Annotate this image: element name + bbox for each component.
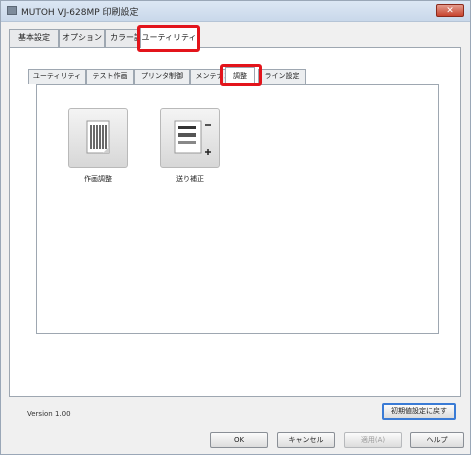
feed-correction-icon — [174, 120, 211, 155]
close-button[interactable]: ✕ — [436, 4, 464, 17]
window-title: MUTOH VJ-628MP 印刷設定 — [21, 8, 139, 18]
feed-correction-label: 送り補正 — [176, 175, 204, 183]
help-button[interactable]: ヘルプ — [410, 432, 464, 448]
subtab-test-print[interactable]: テスト作画 — [86, 69, 134, 84]
feed-correction-tool: 送り補正 — [153, 108, 227, 184]
adjust-tab-highlight — [220, 64, 262, 86]
apply-button[interactable]: 適用(A) — [344, 432, 402, 448]
ok-button[interactable]: OK — [210, 432, 268, 448]
print-adjust-icon — [86, 120, 110, 154]
print-adjust-tool: 作画調整 — [61, 108, 135, 184]
subtab-printer-control[interactable]: プリンタ制御 — [134, 69, 190, 84]
version-text: Version 1.00 — [27, 410, 71, 418]
print-adjust-button[interactable] — [68, 108, 128, 168]
subtab-line-settings[interactable]: ライン設定 — [258, 69, 306, 84]
restore-defaults-button[interactable]: 初期値設定に戻す — [382, 403, 456, 420]
printer-icon — [7, 6, 17, 15]
utility-tab-highlight — [137, 25, 200, 52]
print-adjust-label: 作画調整 — [84, 175, 112, 183]
title-bar[interactable]: MUTOH VJ-628MP 印刷設定 ✕ — [1, 1, 470, 22]
subtab-utility[interactable]: ユーティリティ — [28, 69, 86, 84]
feed-correction-button[interactable] — [160, 108, 220, 168]
tab-basic-settings[interactable]: 基本設定 — [9, 29, 59, 47]
tab-options[interactable]: オプション — [59, 29, 105, 47]
cancel-button[interactable]: キャンセル — [277, 432, 335, 448]
print-settings-window: MUTOH VJ-628MP 印刷設定 ✕ 基本設定 オプション カラー調 ユー… — [0, 0, 471, 455]
